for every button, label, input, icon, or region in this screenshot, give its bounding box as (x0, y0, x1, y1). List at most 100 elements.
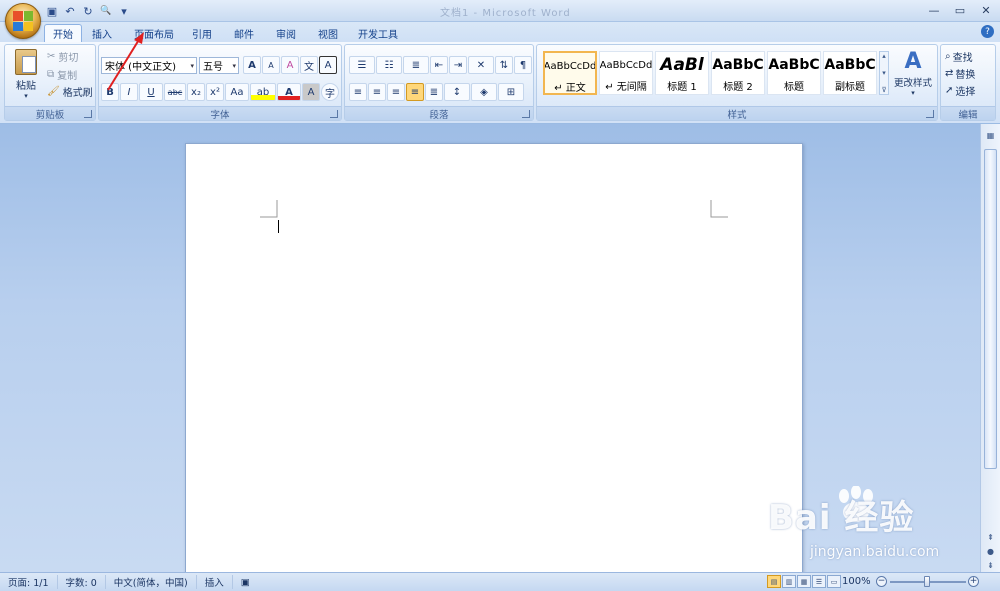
print-preview-icon[interactable]: 🔍 (98, 3, 114, 19)
chevron-down-icon: ▾ (911, 89, 915, 97)
style-normal[interactable]: AaBbCcDd ↵ 正文 (543, 51, 597, 95)
tab-references[interactable]: 引用 (184, 24, 220, 42)
scrollbar-thumb[interactable] (984, 149, 997, 469)
scroll-up-icon[interactable]: ▴ (882, 52, 886, 60)
select-button[interactable]: ➚ 选择 (945, 83, 975, 98)
style-sample: AaBbC (824, 57, 876, 73)
subscript-icon[interactable]: x₂ (187, 83, 205, 101)
full-screen-view-icon[interactable]: ▥ (782, 575, 796, 588)
find-button[interactable]: ⌕ 查找 (945, 49, 973, 64)
previous-page-icon[interactable]: ⇞ (983, 530, 998, 544)
minimize-button[interactable]: — (924, 2, 944, 18)
replace-button[interactable]: ⇄ 替换 (945, 66, 975, 81)
zoom-level[interactable]: 100% (842, 576, 871, 587)
shading-icon[interactable]: ◈ (471, 83, 497, 101)
bold-icon[interactable]: B (101, 83, 119, 101)
format-painter-label: 格式刷 (62, 88, 93, 99)
tab-mailings[interactable]: 邮件 (226, 24, 262, 42)
char-shading-icon[interactable]: A (302, 83, 320, 101)
underline-icon[interactable]: U (139, 83, 163, 101)
italic-icon[interactable]: I (120, 83, 138, 101)
justify-icon[interactable]: ≡ (406, 83, 424, 101)
highlight-icon[interactable]: ab (250, 83, 276, 101)
style-no-spacing[interactable]: AaBbCcDd ↵ 无间隔 (599, 51, 653, 95)
font-name-combo[interactable]: 宋体 (中文正文) ▾ (101, 57, 197, 74)
word-count[interactable]: 字数: 0 (58, 575, 106, 589)
clipboard-group: 粘贴 ▾ ✂ 剪切 ⧉ 复制 🖌 格式刷 剪贴板 (4, 44, 96, 121)
document-page[interactable] (185, 143, 803, 583)
save-icon[interactable]: ▣ (44, 3, 60, 19)
select-browse-object-icon[interactable]: ● (983, 544, 998, 558)
cut-button[interactable]: ✂ 剪切 (47, 49, 78, 64)
chinese-layout-icon[interactable]: ✕ (468, 56, 494, 74)
tab-home[interactable]: 开始 (44, 24, 82, 42)
numbering-icon[interactable]: ☷ (376, 56, 402, 74)
distributed-icon[interactable]: ≣ (425, 83, 443, 101)
bullets-icon[interactable]: ☰ (349, 56, 375, 74)
restore-button[interactable]: ▭ (950, 2, 970, 18)
tab-developer[interactable]: 开发工具 (350, 24, 406, 42)
close-button[interactable]: ✕ (976, 2, 996, 18)
style-gallery-scroll[interactable]: ▴ ▾ ⊽ (879, 51, 889, 95)
style-subtitle[interactable]: AaBbC 副标题 (823, 51, 877, 95)
language-indicator[interactable]: 中文(简体，中国) (106, 575, 197, 589)
align-right-icon[interactable]: ≡ (387, 83, 405, 101)
increase-indent-icon[interactable]: ⇥ (449, 56, 467, 74)
superscript-icon[interactable]: x² (206, 83, 224, 101)
help-icon[interactable]: ? (981, 25, 994, 38)
multilevel-list-icon[interactable]: ≣ (403, 56, 429, 74)
show-marks-icon[interactable]: ¶ (514, 56, 532, 74)
tab-page-layout[interactable]: 页面布局 (126, 24, 182, 42)
font-size-combo[interactable]: 五号 ▾ (199, 57, 239, 74)
tab-insert[interactable]: 插入 (84, 24, 120, 42)
align-left-icon[interactable]: ≡ (349, 83, 367, 101)
zoom-slider-thumb[interactable] (924, 576, 930, 587)
macro-record-icon[interactable]: ▣ (233, 575, 258, 589)
insert-mode[interactable]: 插入 (197, 575, 233, 589)
vertical-scrollbar[interactable]: ▦ ⇞ ● ⇟ (980, 124, 1000, 572)
scroll-down-icon[interactable]: ▾ (882, 69, 886, 77)
clipboard-launcher-icon[interactable] (84, 110, 92, 118)
outline-view-icon[interactable]: ☰ (812, 575, 826, 588)
line-spacing-icon[interactable]: ↕ (444, 83, 470, 101)
enclose-char-icon[interactable]: 字 (321, 83, 339, 101)
char-border-icon[interactable]: A (319, 56, 337, 74)
format-painter-button[interactable]: 🖌 格式刷 (47, 84, 93, 99)
align-center-icon[interactable]: ≡ (368, 83, 386, 101)
style-heading-2[interactable]: AaBbC 标题 2 (711, 51, 765, 95)
office-button[interactable] (5, 3, 41, 39)
redo-icon[interactable]: ↻ (80, 3, 96, 19)
draft-view-icon[interactable]: ▭ (827, 575, 841, 588)
gallery-more-icon[interactable]: ⊽ (881, 86, 886, 94)
tab-review[interactable]: 审阅 (268, 24, 304, 42)
undo-icon[interactable]: ↶ (62, 3, 78, 19)
zoom-in-icon[interactable]: + (968, 576, 979, 587)
clear-format-icon[interactable]: A (281, 56, 299, 74)
copy-button[interactable]: ⧉ 复制 (47, 67, 77, 82)
decrease-indent-icon[interactable]: ⇤ (430, 56, 448, 74)
page-count[interactable]: 页面: 1/1 (0, 575, 58, 589)
font-launcher-icon[interactable] (330, 110, 338, 118)
phonetic-guide-icon[interactable]: 文 (300, 56, 318, 74)
web-layout-view-icon[interactable]: ▦ (797, 575, 811, 588)
customize-qat-icon[interactable]: ▾ (116, 3, 132, 19)
tab-view[interactable]: 视图 (310, 24, 346, 42)
paste-button[interactable]: 粘贴 ▾ (11, 49, 41, 100)
print-layout-view-icon[interactable]: ▤ (767, 575, 781, 588)
sort-icon[interactable]: ⇅ (495, 56, 513, 74)
style-name: 标题 (784, 82, 804, 93)
styles-launcher-icon[interactable] (926, 110, 934, 118)
change-case-icon[interactable]: Aa (225, 83, 249, 101)
paragraph-launcher-icon[interactable] (522, 110, 530, 118)
ruler-toggle-icon[interactable]: ▦ (983, 128, 998, 142)
strikethrough-icon[interactable]: abc (164, 83, 186, 101)
zoom-out-icon[interactable]: − (876, 576, 887, 587)
font-color-icon[interactable]: A (277, 83, 301, 101)
grow-font-icon[interactable]: A (243, 56, 261, 74)
style-title[interactable]: AaBbC 标题 (767, 51, 821, 95)
borders-icon[interactable]: ⊞ (498, 83, 524, 101)
shrink-font-icon[interactable]: A (262, 56, 280, 74)
next-page-icon[interactable]: ⇟ (983, 558, 998, 572)
change-styles-button[interactable]: A 更改样式 ▾ (891, 49, 935, 97)
style-heading-1[interactable]: AaBl 标题 1 (655, 51, 709, 95)
